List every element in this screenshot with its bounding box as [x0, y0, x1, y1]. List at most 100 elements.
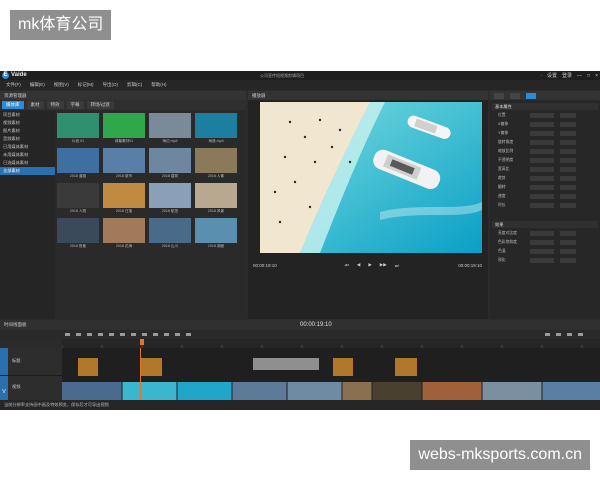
- media-thumbnail[interactable]: [149, 218, 191, 243]
- property-value-field[interactable]: [560, 122, 576, 127]
- close-icon[interactable]: ×: [595, 73, 598, 79]
- play-button[interactable]: ▶: [368, 262, 371, 268]
- tab-assets[interactable]: 素材: [26, 101, 44, 109]
- property-value-field[interactable]: [530, 122, 554, 127]
- maximize-icon[interactable]: □: [587, 73, 590, 79]
- property-value-field[interactable]: [530, 113, 554, 118]
- property-value-field[interactable]: [560, 258, 576, 263]
- thumbnail-label: 2018 风景: [207, 209, 225, 213]
- menu-mark[interactable]: 标记(M): [78, 82, 94, 88]
- property-label: 翻转: [498, 185, 506, 189]
- property-value-field[interactable]: [530, 249, 554, 254]
- property-value-field[interactable]: [560, 131, 576, 136]
- property-value-field[interactable]: [530, 231, 554, 236]
- rewind-button[interactable]: ⏮: [345, 263, 349, 268]
- property-value-field[interactable]: [530, 140, 554, 145]
- title-clip[interactable]: [140, 358, 162, 376]
- property-value-field[interactable]: [560, 113, 576, 118]
- preview-timecode: 00:00:19:10: [253, 262, 277, 268]
- section-effects[interactable]: 效果: [492, 221, 598, 228]
- media-thumbnail[interactable]: [103, 183, 145, 208]
- property-value-field[interactable]: [530, 240, 554, 245]
- tab-titles[interactable]: 字幕: [66, 101, 84, 109]
- property-value-field[interactable]: [560, 249, 576, 254]
- tab-inspector-1[interactable]: [494, 92, 504, 99]
- media-thumbnail[interactable]: [57, 183, 99, 208]
- timeline-ruler[interactable]: [61, 339, 600, 348]
- property-value-field[interactable]: [530, 258, 554, 263]
- step-back-button[interactable]: ◀: [357, 262, 360, 268]
- media-thumbnail[interactable]: [149, 183, 191, 208]
- media-thumbnail[interactable]: [103, 113, 145, 138]
- property-value-field[interactable]: [530, 149, 554, 154]
- media-thumbnail[interactable]: [103, 218, 145, 243]
- tree-item[interactable]: 图片素材: [0, 127, 55, 135]
- fast-forward-button[interactable]: ▶▶: [380, 262, 387, 268]
- tab-transitions[interactable]: 转场/过渡: [86, 101, 114, 109]
- menu-export[interactable]: 导出(O): [103, 82, 119, 88]
- media-thumbnail[interactable]: [103, 148, 145, 173]
- property-value-field[interactable]: [560, 185, 576, 190]
- property-value-field[interactable]: [530, 194, 554, 199]
- media-thumbnail[interactable]: [195, 148, 237, 173]
- section-basic[interactable]: 基本属性: [492, 103, 598, 110]
- media-thumbnail[interactable]: [57, 113, 99, 138]
- property-value-field[interactable]: [530, 176, 554, 181]
- preview-header: 播放器: [248, 91, 488, 100]
- property-value-field[interactable]: [530, 203, 554, 208]
- menu-clip[interactable]: 剪辑(C): [127, 82, 142, 88]
- title-strip-clip[interactable]: [253, 358, 319, 370]
- tree-item[interactable]: 已用媒体素材: [0, 143, 55, 151]
- property-value-field[interactable]: [560, 176, 576, 181]
- property-value-field[interactable]: [560, 194, 576, 199]
- tab-effects[interactable]: 特效: [46, 101, 64, 109]
- project-title: 公司宣传短视频剪辑项目: [260, 73, 304, 78]
- property-value-field[interactable]: [560, 231, 576, 236]
- menu-edit[interactable]: 编辑(E): [30, 82, 45, 88]
- video-frame[interactable]: [260, 102, 482, 253]
- tab-inspector-3[interactable]: [526, 92, 536, 99]
- media-thumbnail[interactable]: [195, 218, 237, 243]
- tree-item[interactable]: 已选媒体素材: [0, 159, 55, 167]
- tree-item-selected[interactable]: 全部素材: [0, 167, 55, 175]
- media-thumbnail[interactable]: [149, 113, 191, 138]
- tree-item[interactable]: 视频素材: [0, 119, 55, 127]
- media-thumbnail[interactable]: [57, 148, 99, 173]
- property-value-field[interactable]: [530, 131, 554, 136]
- timeline-tools-icons[interactable]: [0, 330, 600, 339]
- property-value-field[interactable]: [530, 185, 554, 190]
- property-value-field[interactable]: [560, 203, 576, 208]
- minimize-icon[interactable]: —: [577, 73, 582, 79]
- property-value-field[interactable]: [560, 140, 576, 145]
- title-clip[interactable]: [395, 358, 417, 376]
- property-value-field[interactable]: [560, 240, 576, 245]
- title-clip[interactable]: [333, 358, 353, 376]
- tree-item[interactable]: 项目素材: [0, 111, 55, 119]
- menu-help[interactable]: 帮助(H): [151, 82, 166, 88]
- property-value-field[interactable]: [530, 158, 554, 163]
- track-side-tag: [0, 348, 8, 375]
- tree-item[interactable]: 未用媒体素材: [0, 151, 55, 159]
- login-link[interactable]: 登录: [562, 72, 572, 79]
- tab-inspector-2[interactable]: [510, 92, 520, 99]
- media-thumbnail[interactable]: [195, 113, 237, 138]
- property-value-field[interactable]: [560, 158, 576, 163]
- dot-icon[interactable]: ·: [540, 73, 542, 79]
- property-value-field[interactable]: [560, 167, 576, 172]
- menu-file[interactable]: 文件(F): [6, 82, 21, 88]
- inspector-panel: 基本属性 位置 X偏移 Y偏移 旋转角度 缩放比例 不透明度 宽高比 裁剪 翻转 速度 时长 效果 …: [490, 91, 600, 319]
- property-value-field[interactable]: [560, 149, 576, 154]
- tab-media[interactable]: 媒体库: [2, 101, 24, 109]
- thumbnail-label: 海边.mp4: [162, 139, 178, 143]
- menu-view[interactable]: 视图(V): [54, 82, 69, 88]
- end-button[interactable]: ⏭: [395, 263, 399, 268]
- property-value-field[interactable]: [530, 167, 554, 172]
- tree-item[interactable]: 音频素材: [0, 135, 55, 143]
- media-thumbnail[interactable]: [149, 148, 191, 173]
- media-thumbnail[interactable]: [57, 218, 99, 243]
- status-bar: 当前分辨率支持画中画及特效预览，保存后才可导出视频: [0, 400, 600, 410]
- media-thumbnail[interactable]: [195, 183, 237, 208]
- title-clip[interactable]: [78, 358, 98, 376]
- property-label: 裁剪: [498, 176, 506, 180]
- settings-link[interactable]: 设置: [547, 72, 557, 79]
